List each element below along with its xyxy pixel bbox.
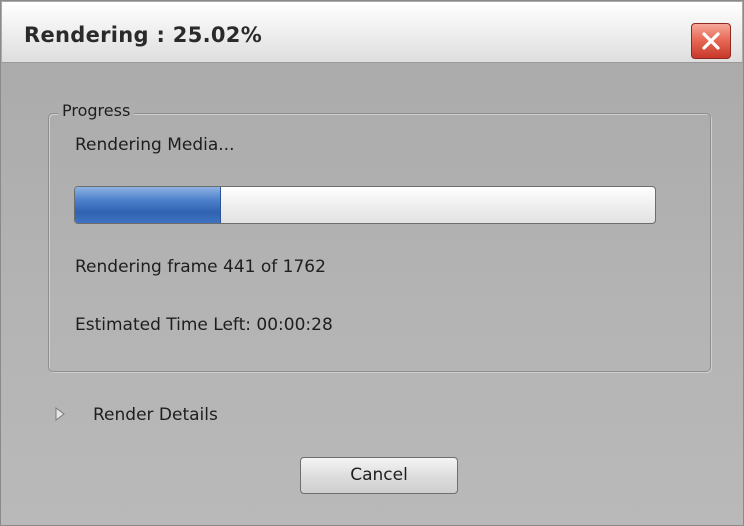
- progress-group-legend: Progress: [58, 101, 135, 120]
- cancel-button[interactable]: Cancel: [300, 457, 458, 494]
- close-button[interactable]: [691, 23, 731, 59]
- frame-count-text: Rendering frame 441 of 1762: [75, 257, 326, 277]
- disclosure-triangle-icon[interactable]: [53, 405, 67, 423]
- render-details-toggle[interactable]: Render Details: [93, 405, 218, 425]
- render-progress-fill: [75, 187, 222, 223]
- render-dialog: Rendering : 25.02% Progress Rendering Me…: [0, 0, 744, 526]
- time-left-text: Estimated Time Left: 00:00:28: [75, 315, 333, 335]
- close-x-icon: [702, 32, 720, 50]
- render-progress-bar: [74, 186, 656, 224]
- render-status-text: Rendering Media...: [75, 135, 235, 155]
- window-title: Rendering : 25.02%: [24, 23, 263, 47]
- title-bar[interactable]: Rendering : 25.02%: [2, 2, 742, 63]
